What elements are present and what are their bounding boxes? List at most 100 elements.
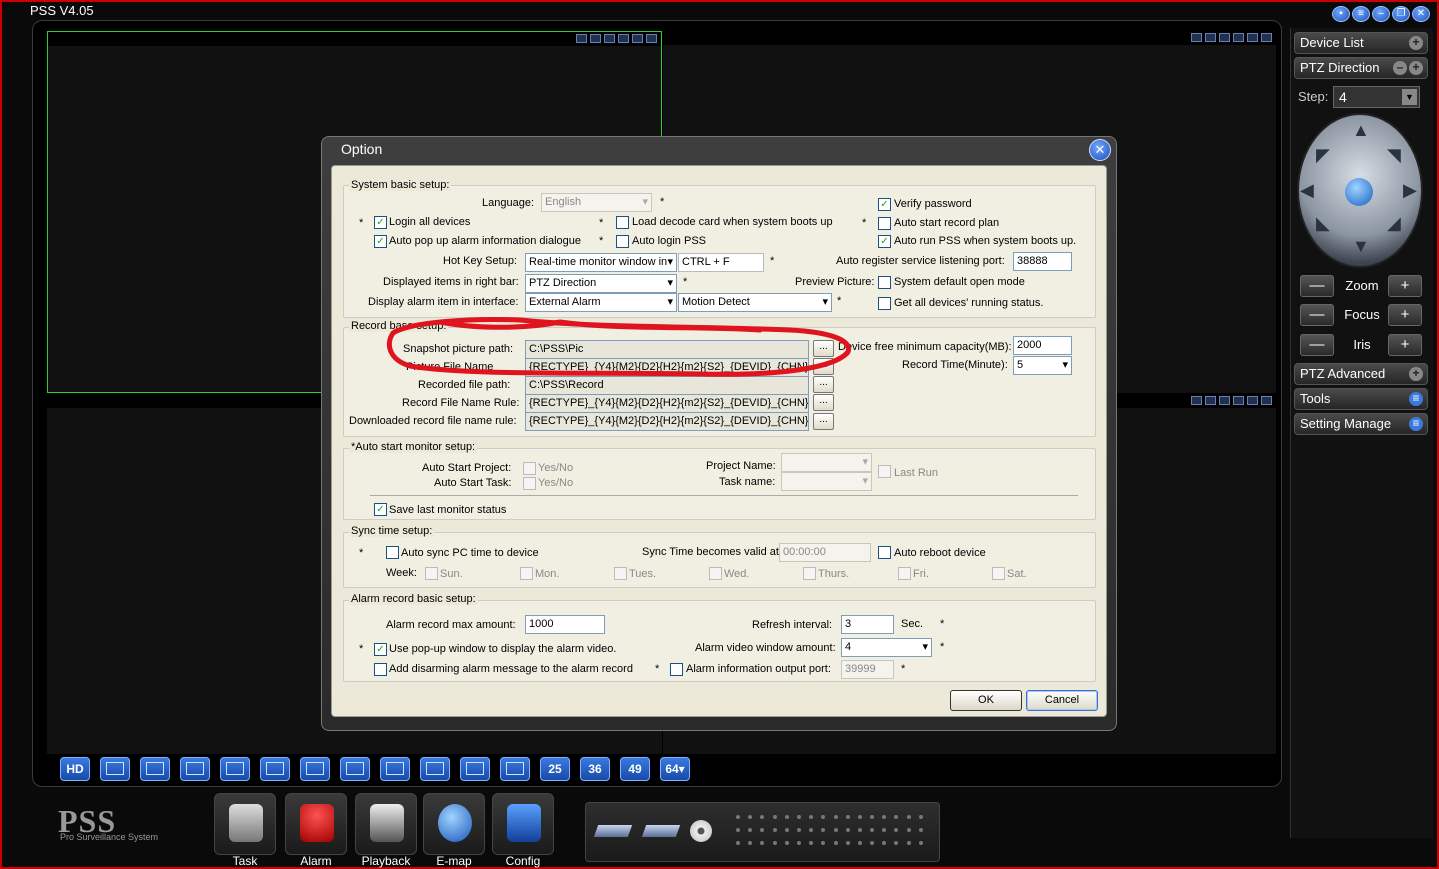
- config-button[interactable]: [492, 793, 554, 855]
- emap-button[interactable]: [423, 793, 485, 855]
- restore-icon[interactable]: ❐: [1392, 6, 1410, 22]
- layout-button[interactable]: [380, 757, 410, 781]
- ptz-down-icon[interactable]: ▼: [1352, 236, 1370, 257]
- iris-minus-button[interactable]: —: [1300, 334, 1334, 356]
- auto-start-project-checkbox[interactable]: [523, 462, 536, 475]
- save-last-monitor-checkbox[interactable]: ✓: [374, 503, 387, 516]
- day-fri-checkbox[interactable]: [898, 567, 911, 580]
- system-default-open-checkbox[interactable]: [878, 276, 891, 289]
- minimize-icon[interactable]: –: [1372, 6, 1390, 22]
- layout-button[interactable]: [140, 757, 170, 781]
- display-alarm-select[interactable]: External Alarm: [525, 293, 677, 312]
- ptz-right-icon[interactable]: ▶: [1403, 180, 1417, 201]
- auto-register-port-input[interactable]: 38888: [1013, 252, 1072, 271]
- hotkey-select[interactable]: Real-time monitor window in: [525, 253, 677, 272]
- focus-minus-button[interactable]: —: [1300, 304, 1334, 326]
- auto-start-task-checkbox[interactable]: [523, 477, 536, 490]
- close-icon[interactable]: ✕: [1412, 6, 1430, 22]
- recorded-path-input[interactable]: C:\PSS\Record: [525, 376, 809, 395]
- use-popup-checkbox[interactable]: ✓: [374, 643, 387, 656]
- language-select[interactable]: English: [541, 193, 652, 212]
- ptz-direction-header[interactable]: PTZ Direction – +: [1294, 57, 1428, 79]
- get-all-status-checkbox[interactable]: [878, 297, 891, 310]
- motion-detect-select[interactable]: Motion Detect: [678, 293, 832, 312]
- add-disarming-checkbox[interactable]: [374, 663, 387, 676]
- auto-record-plan-checkbox[interactable]: [878, 217, 891, 230]
- auto-popup-checkbox[interactable]: ✓: [374, 235, 387, 248]
- record-time-select[interactable]: 5: [1013, 356, 1072, 375]
- tools-header[interactable]: Tools ≡: [1294, 388, 1428, 410]
- layout-button[interactable]: [300, 757, 330, 781]
- focus-plus-button[interactable]: +: [1388, 304, 1422, 326]
- device-list-header[interactable]: Device List +: [1294, 32, 1428, 54]
- ptz-upleft-icon[interactable]: ◤: [1316, 145, 1330, 166]
- load-decode-checkbox[interactable]: [616, 216, 629, 229]
- sync-time-input[interactable]: 00:00:00: [779, 543, 871, 562]
- displayed-items-select[interactable]: PTZ Direction: [525, 274, 677, 293]
- day-mon-checkbox[interactable]: [520, 567, 533, 580]
- record-name-rule-browse-button[interactable]: ...: [813, 394, 834, 411]
- layout-button[interactable]: 49: [620, 757, 650, 781]
- iris-plus-button[interactable]: +: [1388, 334, 1422, 356]
- zoom-in-button[interactable]: +: [1388, 275, 1422, 297]
- alarm-button[interactable]: [285, 793, 347, 855]
- ptz-advanced-header[interactable]: PTZ Advanced +: [1294, 363, 1428, 385]
- auto-run-checkbox[interactable]: ✓: [878, 235, 891, 248]
- menu-icon[interactable]: ≡: [1352, 6, 1370, 22]
- picture-name-input[interactable]: {RECTYPE}_{Y4}{M2}{D2}{H2}{m2}{S2}_{DEVI…: [525, 358, 809, 377]
- hotkey-combo-field[interactable]: CTRL + F: [678, 253, 764, 272]
- ptz-left-icon[interactable]: ◀: [1300, 180, 1314, 201]
- day-tue-checkbox[interactable]: [614, 567, 627, 580]
- alarm-max-input[interactable]: 1000: [525, 615, 605, 634]
- project-name-select[interactable]: [781, 453, 872, 472]
- setting-manage-header[interactable]: Setting Manage ≡: [1294, 413, 1428, 435]
- downloaded-rule-input[interactable]: {RECTYPE}_{Y4}{M2}{D2}{H2}{m2}{S2}_{DEVI…: [525, 412, 809, 431]
- layout-button[interactable]: [100, 757, 130, 781]
- ptz-up-icon[interactable]: ▲: [1352, 120, 1370, 141]
- auto-reboot-checkbox[interactable]: [878, 546, 891, 559]
- snapshot-browse-button[interactable]: ...: [813, 340, 834, 357]
- layout-button[interactable]: 36: [580, 757, 610, 781]
- output-port-checkbox[interactable]: [670, 663, 683, 676]
- zoom-out-button[interactable]: —: [1300, 275, 1334, 297]
- day-wed-checkbox[interactable]: [709, 567, 722, 580]
- ptz-downleft-icon[interactable]: ◣: [1316, 213, 1330, 234]
- output-port-input[interactable]: 39999: [841, 660, 894, 679]
- layout-button[interactable]: HD: [60, 757, 90, 781]
- login-all-checkbox[interactable]: ✓: [374, 216, 387, 229]
- auto-sync-checkbox[interactable]: [386, 546, 399, 559]
- record-name-rule-input[interactable]: {RECTYPE}_{Y4}{M2}{D2}{H2}{m2}{S2}_{DEVI…: [525, 394, 809, 413]
- snapshot-path-input[interactable]: C:\PSS\Pic: [525, 340, 809, 359]
- last-run-checkbox[interactable]: [878, 465, 891, 478]
- layout-button[interactable]: 64▾: [660, 757, 690, 781]
- layout-button[interactable]: [180, 757, 210, 781]
- auto-login-checkbox[interactable]: [616, 235, 629, 248]
- ptz-downright-icon[interactable]: ◢: [1387, 213, 1401, 234]
- day-thu-checkbox[interactable]: [803, 567, 816, 580]
- playback-button[interactable]: [355, 793, 417, 855]
- picture-name-browse-button[interactable]: ...: [813, 358, 834, 375]
- day-sat-checkbox[interactable]: [992, 567, 1005, 580]
- layout-button[interactable]: 25: [540, 757, 570, 781]
- device-free-input[interactable]: 2000: [1013, 336, 1072, 355]
- layout-button[interactable]: [260, 757, 290, 781]
- step-select[interactable]: 4 ▼: [1333, 86, 1420, 108]
- cancel-button[interactable]: Cancel: [1026, 690, 1098, 711]
- recorded-path-browse-button[interactable]: ...: [813, 376, 834, 393]
- window-amount-select[interactable]: 4: [841, 638, 932, 657]
- lock-icon[interactable]: ▪: [1332, 6, 1350, 22]
- layout-button[interactable]: [420, 757, 450, 781]
- layout-button[interactable]: [460, 757, 490, 781]
- layout-button[interactable]: [500, 757, 530, 781]
- verify-password-checkbox[interactable]: ✓: [878, 198, 891, 211]
- ptz-center-button[interactable]: [1345, 178, 1373, 206]
- day-sun-checkbox[interactable]: [425, 567, 438, 580]
- layout-button[interactable]: [340, 757, 370, 781]
- task-name-select[interactable]: [781, 472, 872, 491]
- task-button[interactable]: [214, 793, 276, 855]
- ok-button[interactable]: OK: [950, 690, 1022, 711]
- refresh-interval-input[interactable]: 3: [841, 615, 894, 634]
- dialog-close-icon[interactable]: ✕: [1089, 139, 1111, 161]
- layout-button[interactable]: [220, 757, 250, 781]
- downloaded-rule-browse-button[interactable]: ...: [813, 413, 834, 430]
